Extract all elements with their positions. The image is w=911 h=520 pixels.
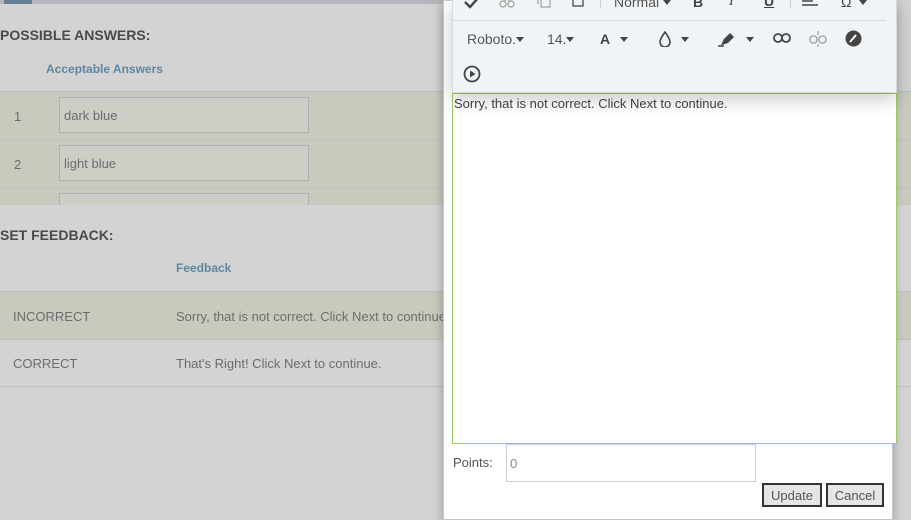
cancel-button[interactable]: Cancel bbox=[826, 483, 884, 507]
update-button[interactable]: Update bbox=[762, 483, 822, 507]
font-size-value: 14. bbox=[547, 31, 567, 47]
format-select-value: Normal bbox=[614, 0, 660, 10]
align-icon[interactable] bbox=[802, 0, 818, 6]
text-color-icon[interactable]: A bbox=[600, 31, 629, 47]
highlight-icon[interactable] bbox=[718, 31, 754, 47]
font-family-value: Roboto. bbox=[467, 31, 517, 47]
feedback-rich-text-editor[interactable]: Sorry, that is not correct. Click Next t… bbox=[452, 93, 897, 444]
copy-icon[interactable] bbox=[536, 0, 552, 8]
bold-icon[interactable]: B bbox=[693, 0, 703, 10]
points-input[interactable] bbox=[506, 444, 756, 482]
editor-toolbar: Normal B I U Ω Roboto. 14. A bbox=[452, 0, 897, 93]
italic-icon[interactable]: I bbox=[729, 0, 734, 10]
cut-icon[interactable] bbox=[499, 0, 515, 8]
editor-content: Sorry, that is not correct. Click Next t… bbox=[454, 96, 728, 111]
points-label: Points: bbox=[453, 455, 493, 470]
fill-color-icon[interactable] bbox=[659, 31, 689, 47]
media-icon[interactable] bbox=[463, 65, 481, 83]
text-color-letter: A bbox=[600, 31, 611, 47]
spellcheck-icon[interactable] bbox=[463, 0, 481, 9]
link-icon[interactable] bbox=[773, 33, 791, 43]
format-select[interactable]: Normal bbox=[614, 0, 672, 10]
paste-icon[interactable] bbox=[571, 0, 585, 8]
font-size-select[interactable]: 14. bbox=[547, 31, 575, 47]
source-icon[interactable] bbox=[845, 30, 862, 47]
unlink-icon[interactable] bbox=[809, 31, 827, 47]
font-family-select[interactable]: Roboto. bbox=[467, 31, 525, 47]
omega-icon[interactable]: Ω bbox=[841, 0, 868, 10]
underline-icon[interactable]: U bbox=[764, 0, 774, 9]
